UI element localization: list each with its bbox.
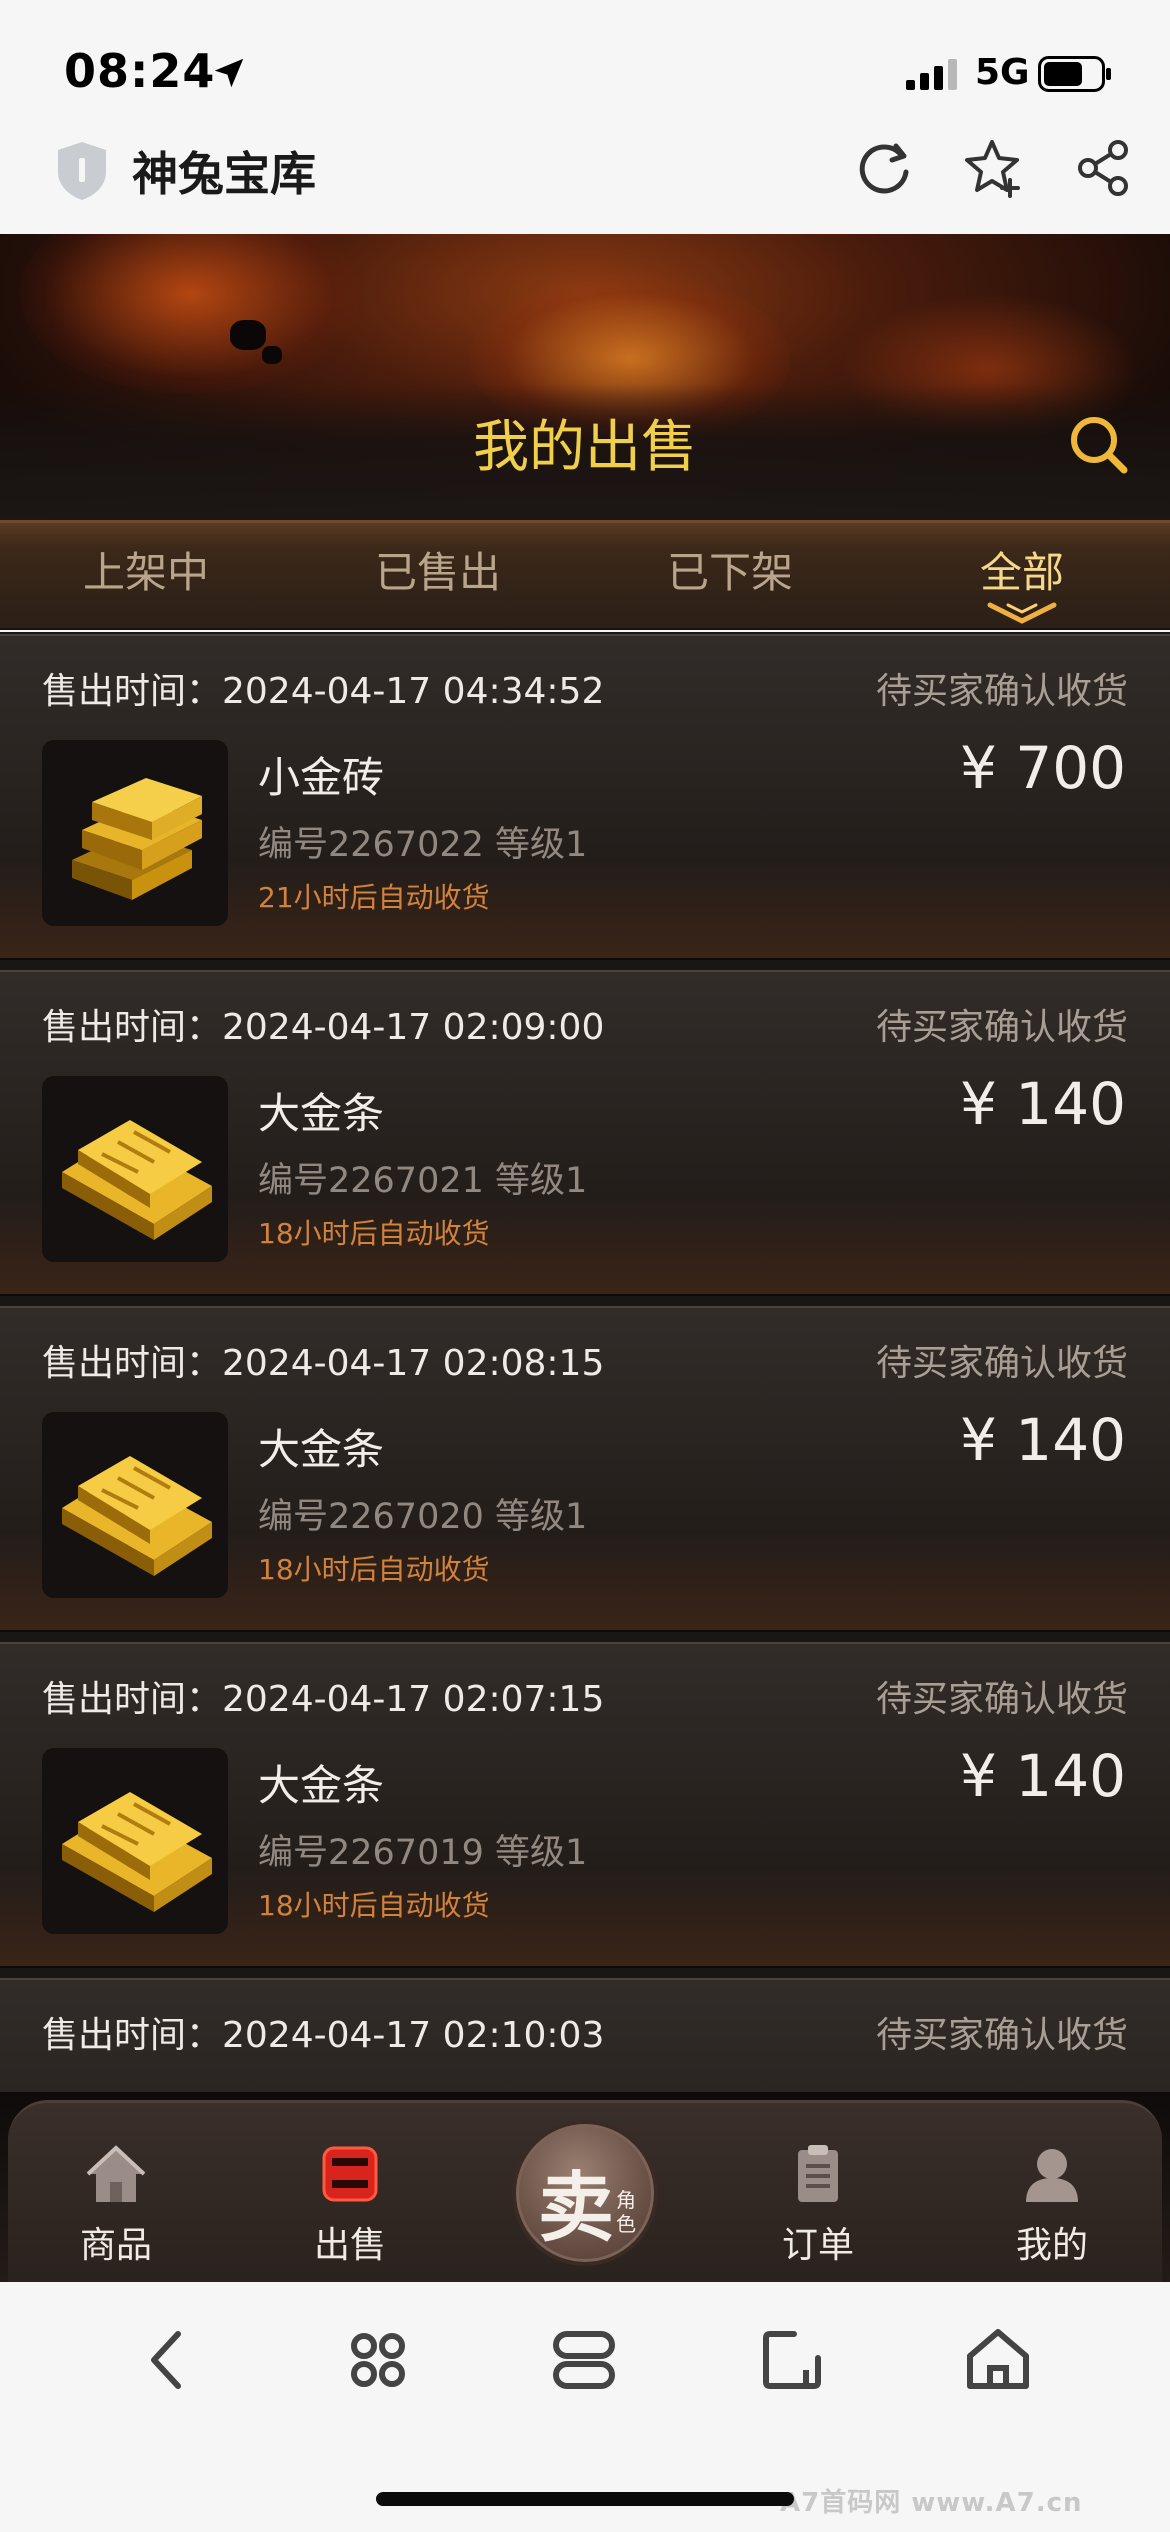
order-list: 售出时间：2024-04-17 04:34:52 待买家确认收货 小金砖 编号2… [0, 632, 1170, 2092]
order-card[interactable]: 售出时间：2024-04-17 02:08:15 待买家确认收货 大金条 编号2… [0, 1306, 1170, 1632]
item-name: 大金条 [258, 1761, 385, 1810]
auto-receive-note: 21小时后自动收货 [258, 881, 490, 914]
game-banner: 我的出售 [0, 234, 1170, 524]
nav-orders[interactable]: 订单 [738, 2136, 898, 2276]
item-price: ¥ 140 [959, 1406, 1126, 1474]
favorite-add-icon[interactable] [962, 136, 1026, 200]
banner-rock [230, 320, 266, 350]
item-thumbnail [42, 740, 228, 926]
nav-goods[interactable]: 商品 [36, 2136, 196, 2276]
back-icon[interactable] [132, 2322, 208, 2398]
tab-all[interactable]: 全部 [876, 539, 1168, 600]
item-meta: 编号2267019 等级1 [258, 1833, 588, 1873]
item-name: 大金条 [258, 1089, 385, 1138]
gold-bars-icon [62, 1456, 212, 1576]
watermark: A7首码网 www.A7.cn [780, 2488, 1083, 2518]
search-icon[interactable] [1066, 412, 1130, 476]
filter-tabs: 上架中 已售出 已下架 全部 [0, 520, 1170, 630]
sell-button-sublabel: 角色 [616, 2188, 636, 2236]
item-price: ¥ 700 [959, 734, 1126, 802]
order-status: 待买家确认收货 [875, 671, 1128, 712]
item-meta: 编号2267021 等级1 [258, 1161, 588, 1201]
house-icon [86, 2145, 146, 2202]
signal-icon [906, 59, 957, 90]
tab-listed[interactable]: 上架中 [0, 539, 292, 600]
window-count-icon[interactable] [754, 2322, 830, 2398]
tabs-icon[interactable] [546, 2322, 622, 2398]
item-price: ¥ 140 [959, 1742, 1126, 1810]
sell-button-label: 卖 [538, 2163, 614, 2252]
item-thumbnail [42, 1412, 228, 1598]
site-title: 神兔宝库 [132, 147, 316, 201]
location-arrow-icon [214, 58, 244, 88]
nav-label: 出售 [313, 2225, 386, 2266]
sale-time: 售出时间：2024-04-17 02:09:00 [42, 1007, 605, 1048]
refresh-icon[interactable] [852, 136, 916, 200]
tab-sold[interactable]: 已售出 [292, 539, 584, 600]
browser-toolbar: A7首码网 www.A7.cn [0, 2282, 1170, 2532]
order-status: 待买家确认收货 [875, 1679, 1128, 1720]
item-name: 小金砖 [258, 753, 385, 802]
user-icon [1026, 2149, 1078, 2202]
item-thumbnail [42, 1076, 228, 1262]
nav-label: 订单 [781, 2225, 854, 2266]
banner-glow [20, 234, 360, 394]
order-status: 待买家确认收货 [875, 2015, 1128, 2056]
status-bar: 08:24 5G [0, 0, 1170, 130]
small-gold-brick-icon [72, 778, 202, 900]
item-price: ¥ 140 [959, 1070, 1126, 1138]
share-icon[interactable] [1072, 136, 1136, 200]
sale-time: 售出时间：2024-04-17 02:07:15 [42, 1679, 605, 1720]
sale-time: 售出时间：2024-04-17 02:10:03 [42, 2015, 605, 2056]
clipboard-icon [798, 2145, 838, 2202]
banner-rock [262, 346, 282, 364]
auto-receive-note: 18小时后自动收货 [258, 1217, 490, 1250]
menu-clover-icon[interactable] [340, 2322, 416, 2398]
order-card[interactable]: 售出时间：2024-04-17 02:10:03 待买家确认收货 [0, 1978, 1170, 2092]
nav-mine[interactable]: 我的 [972, 2136, 1132, 2276]
item-name: 大金条 [258, 1425, 385, 1474]
gold-bars-icon [62, 1792, 212, 1912]
nav-sell[interactable]: 出售 [270, 2136, 430, 2276]
browser-header: 神兔宝库 [0, 130, 1170, 234]
nav-label: 我的 [1015, 2225, 1088, 2266]
status-time: 08:24 [64, 44, 216, 98]
page-title: 我的出售 [473, 415, 697, 480]
order-card[interactable]: 售出时间：2024-04-17 04:34:52 待买家确认收货 小金砖 编号2… [0, 634, 1170, 960]
sell-role-button[interactable]: 卖 角色 [512, 2120, 658, 2266]
active-tab-indicator [987, 602, 1057, 624]
nav-label: 商品 [79, 2225, 152, 2266]
auto-receive-note: 18小时后自动收货 [258, 1889, 490, 1922]
order-card[interactable]: 售出时间：2024-04-17 02:07:15 待买家确认收货 大金条 编号2… [0, 1642, 1170, 1968]
order-status: 待买家确认收货 [875, 1343, 1128, 1384]
item-thumbnail [42, 1748, 228, 1934]
item-meta: 编号2267022 等级1 [258, 825, 588, 865]
tab-delisted[interactable]: 已下架 [584, 539, 876, 600]
sell-box-icon [322, 2146, 378, 2202]
gold-bars-icon [62, 1120, 212, 1240]
order-card[interactable]: 售出时间：2024-04-17 02:09:00 待买家确认收货 大金条 编号2… [0, 970, 1170, 1296]
shield-icon [58, 142, 106, 200]
sale-time: 售出时间：2024-04-17 02:08:15 [42, 1343, 605, 1384]
auto-receive-note: 18小时后自动收货 [258, 1553, 490, 1586]
network-type: 5G [975, 52, 1030, 93]
item-meta: 编号2267020 等级1 [258, 1497, 588, 1537]
battery-icon [1038, 56, 1111, 92]
home-indicator[interactable] [376, 2492, 794, 2506]
home-icon[interactable] [960, 2322, 1036, 2398]
sale-time: 售出时间：2024-04-17 04:34:52 [42, 671, 605, 712]
order-status: 待买家确认收货 [875, 1007, 1128, 1048]
